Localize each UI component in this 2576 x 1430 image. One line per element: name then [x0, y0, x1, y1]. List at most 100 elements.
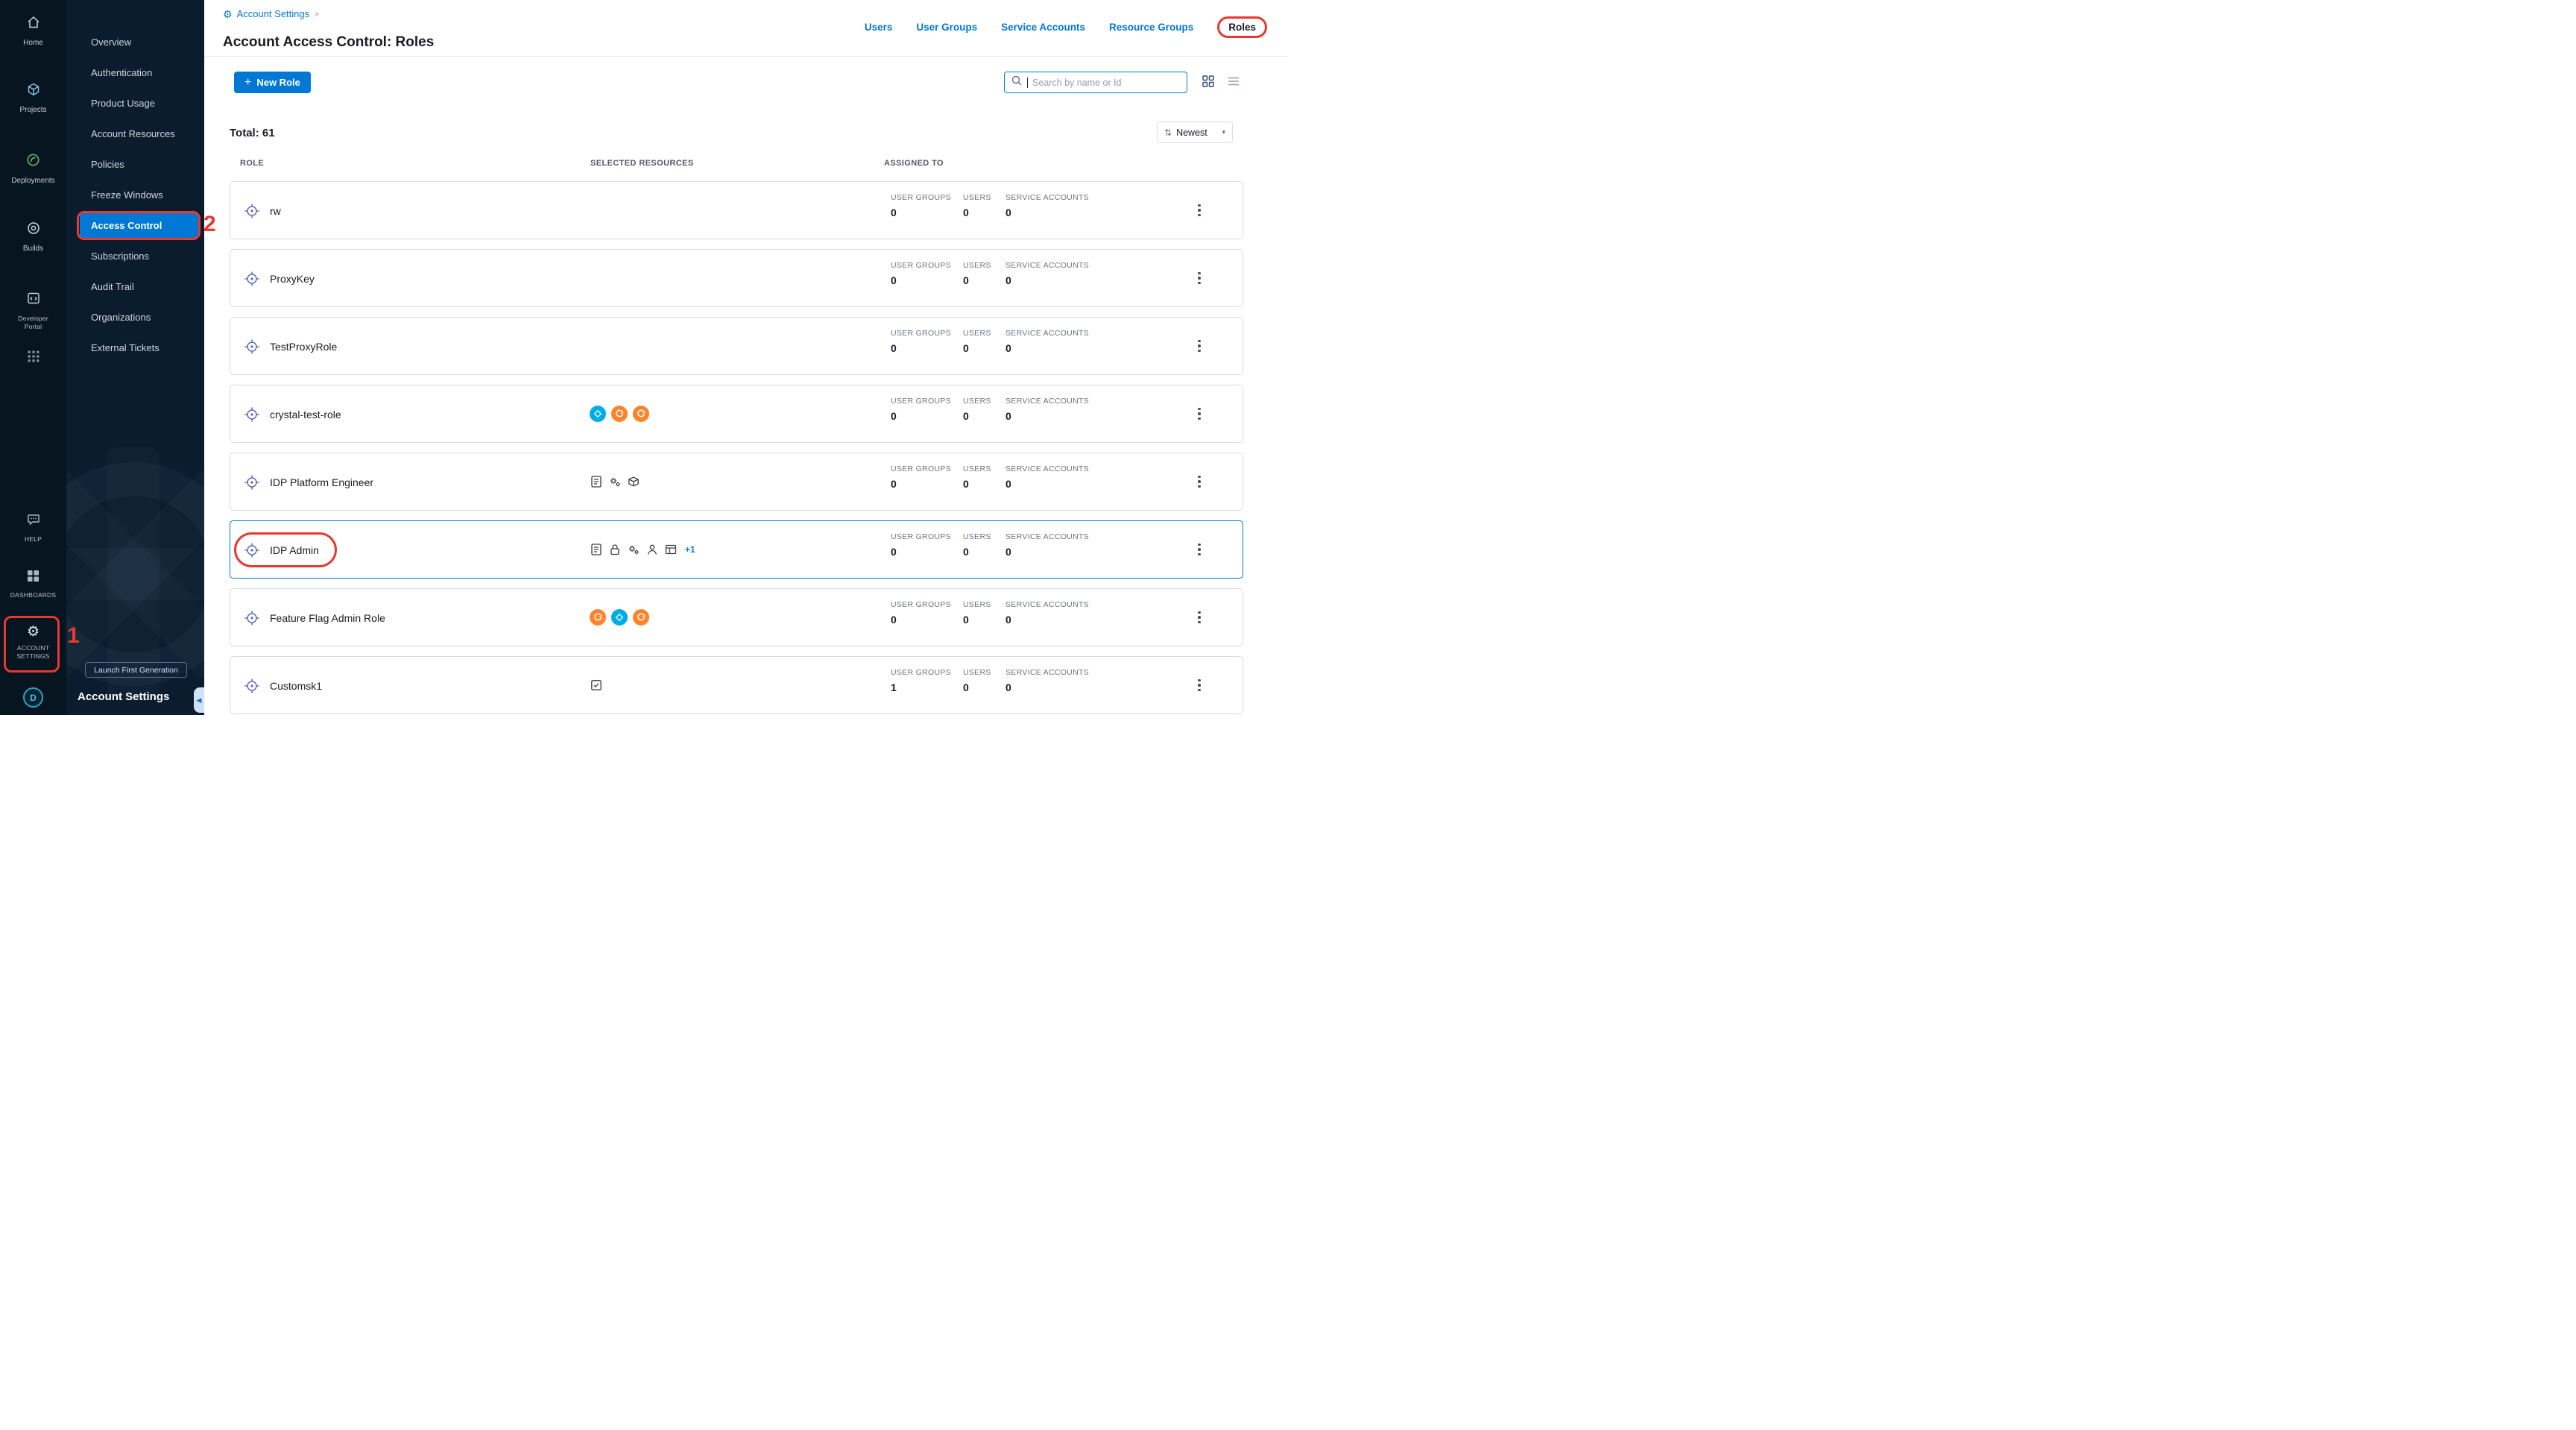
rail-item-deployments[interactable]: Deployments [0, 152, 66, 185]
row-menu-button[interactable] [1190, 385, 1208, 442]
breadcrumb[interactable]: ⚙ Account Settings > [223, 8, 319, 19]
builds-icon [26, 221, 41, 239]
breadcrumb-link[interactable]: Account Settings [237, 8, 310, 19]
sidebar-item-authentication[interactable]: Authentication [66, 57, 204, 88]
launch-first-generation-button[interactable]: Launch First Generation [85, 662, 187, 678]
sort-dropdown[interactable]: Newest [1157, 122, 1233, 143]
assigned-service-accounts: SERVICE ACCOUNTS 0 [1006, 464, 1089, 490]
text-caret [1027, 78, 1028, 88]
rail-item-account-settings[interactable]: ⚙ ACCOUNT SETTINGS [0, 625, 66, 661]
tab-user-groups[interactable]: User Groups [916, 22, 977, 33]
role-row-feature-flag-admin-role[interactable]: Feature Flag Admin Role USER GROUPS 0 US… [230, 588, 1243, 646]
service-accounts-count: 0 [1006, 614, 1089, 626]
layout-icon [664, 543, 678, 556]
row-menu-button[interactable] [1190, 521, 1208, 578]
role-name[interactable]: IDP Admin [270, 544, 319, 556]
role-row-crystal-test-role[interactable]: crystal-test-role USER GROUPS 0 USERS 0 … [230, 385, 1243, 443]
rail-label: HELP [10, 535, 57, 544]
module-icon-orange [633, 406, 649, 422]
user-groups-label: USER GROUPS [891, 464, 951, 473]
role-row-idp-admin[interactable]: IDP Admin +1 USER GROUPS 0 USERS 0 SERVI… [230, 520, 1243, 579]
users-count: 0 [963, 207, 991, 218]
row-menu-button[interactable] [1190, 453, 1208, 510]
row-menu-button[interactable] [1190, 657, 1208, 714]
search-input[interactable] [1032, 78, 1181, 88]
search-box[interactable] [1004, 72, 1187, 93]
more-count-badge: +1 [685, 544, 695, 555]
row-menu-button[interactable] [1190, 318, 1208, 374]
tab-users[interactable]: Users [865, 22, 893, 33]
role-name[interactable]: Feature Flag Admin Role [270, 612, 385, 624]
apps-grid-icon [28, 350, 40, 366]
role-row-idp-platform-engineer[interactable]: IDP Platform Engineer USER GROUPS 0 USER… [230, 453, 1243, 511]
selected-resources [590, 385, 649, 442]
role-name[interactable]: crystal-test-role [270, 409, 341, 421]
rail-item-builds[interactable]: Builds [0, 221, 66, 253]
check-square-icon [590, 678, 603, 692]
sidebar-item-subscriptions[interactable]: Subscriptions [66, 241, 204, 271]
rail-item-dashboards[interactable]: DASHBOARDS [0, 570, 66, 599]
rail-label: ACCOUNT SETTINGS [10, 644, 57, 661]
role-target-icon [243, 270, 261, 288]
assigned-users: USERS 0 [963, 261, 991, 286]
rail-item-home[interactable]: Home [0, 15, 66, 47]
total-count: Total: 61 [230, 127, 275, 139]
assigned-service-accounts: SERVICE ACCOUNTS 0 [1006, 600, 1089, 626]
role-name[interactable]: TestProxyRole [270, 341, 337, 353]
assigned-user-groups: USER GROUPS 0 [891, 261, 951, 286]
rail-item-help[interactable]: HELP [0, 513, 66, 544]
gear-watermark [66, 548, 204, 600]
column-header-role: ROLE [240, 159, 264, 168]
sidebar-item-overview[interactable]: Overview [66, 27, 204, 57]
role-name[interactable]: IDP Platform Engineer [270, 476, 373, 488]
row-menu-button[interactable] [1190, 250, 1208, 306]
sidebar-item-freeze-windows[interactable]: Freeze Windows [66, 180, 204, 210]
sidebar-collapse-button[interactable]: ◀ [194, 687, 204, 713]
sidebar-item-policies[interactable]: Policies [66, 149, 204, 180]
role-target-icon [243, 338, 261, 356]
sidebar-item-product-usage[interactable]: Product Usage [66, 88, 204, 119]
service-accounts-count: 0 [1006, 681, 1089, 693]
role-row-testproxyrole[interactable]: TestProxyRole USER GROUPS 0 USERS 0 SERV… [230, 317, 1243, 375]
role-row-customsk1[interactable]: Customsk1 USER GROUPS 1 USERS 0 SERVICE … [230, 656, 1243, 714]
sidebar-item-organizations[interactable]: Organizations [66, 302, 204, 333]
sidebar-item-external-tickets[interactable]: External Tickets [66, 333, 204, 363]
file-lines-icon [590, 543, 603, 556]
row-menu-button[interactable] [1190, 182, 1208, 239]
service-accounts-count: 0 [1006, 478, 1089, 490]
tab-resource-groups[interactable]: Resource Groups [1109, 22, 1193, 33]
role-row-proxykey[interactable]: ProxyKey USER GROUPS 0 USERS 0 SERVICE A… [230, 249, 1243, 307]
sidebar-item-access-control[interactable]: Access Control [80, 213, 198, 238]
grid-view-button[interactable] [1202, 75, 1216, 89]
users-label: USERS [963, 397, 991, 406]
rail-item-projects[interactable]: Projects [0, 82, 66, 114]
user-groups-count: 1 [891, 681, 951, 693]
sidebar-footer-title: Account Settings [78, 690, 169, 703]
user-avatar[interactable]: D [23, 687, 43, 708]
rail-label: Builds [23, 245, 43, 253]
role-name[interactable]: rw [270, 205, 281, 217]
assigned-users: USERS 0 [963, 668, 991, 693]
rail-item-all-modules[interactable] [0, 350, 66, 366]
tab-service-accounts[interactable]: Service Accounts [1001, 22, 1085, 33]
breadcrumb-separator: > [314, 9, 319, 19]
new-role-button[interactable]: New Role [234, 72, 311, 93]
rail-label: Home [23, 39, 43, 47]
role-row-rw[interactable]: rw USER GROUPS 0 USERS 0 SERVICE ACCOUNT… [230, 181, 1243, 239]
service-accounts-count: 0 [1006, 342, 1089, 354]
role-target-icon [243, 406, 261, 423]
tab-roles[interactable]: Roles [1217, 16, 1267, 38]
rail-item-developer-portal[interactable]: Developer Portal [0, 291, 66, 331]
sidebar-item-account-resources[interactable]: Account Resources [66, 119, 204, 149]
sidebar-item-audit-trail[interactable]: Audit Trail [66, 271, 204, 302]
user-groups-count: 0 [891, 342, 951, 354]
assigned-service-accounts: SERVICE ACCOUNTS 0 [1006, 261, 1089, 286]
role-name[interactable]: ProxyKey [270, 273, 315, 285]
role-name[interactable]: Customsk1 [270, 680, 322, 692]
row-menu-button[interactable] [1190, 589, 1208, 646]
settings-nav: OverviewAuthenticationProduct UsageAccou… [66, 27, 204, 363]
module-icon-blue [611, 609, 628, 626]
module-icon-orange [611, 406, 628, 422]
service-accounts-count: 0 [1006, 207, 1089, 218]
list-view-button[interactable] [1227, 75, 1242, 89]
